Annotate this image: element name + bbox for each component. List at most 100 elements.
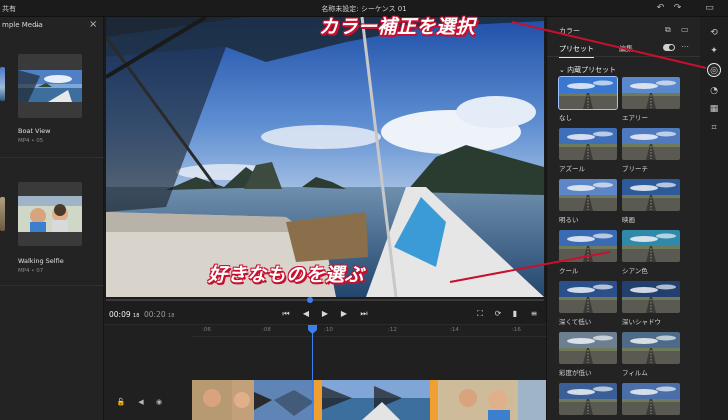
preset-thumbnail: [559, 230, 617, 262]
media-panel: mple Media ⌄ × Boat View MP4 • 05 Walkin…: [0, 17, 104, 420]
preset-item[interactable]: なし: [558, 76, 618, 122]
video-clip[interactable]: [438, 380, 546, 420]
annotation-select-color: カラー補正を選択: [319, 16, 476, 38]
preset-thumbnail: [622, 179, 680, 211]
preset-thumbnail: [622, 332, 680, 364]
clip-transition[interactable]: [314, 380, 322, 420]
ruler-tick: :16: [512, 327, 521, 333]
preset-item[interactable]: 深いシャドウ: [622, 281, 680, 326]
media-item-meta: MP4 • 05: [18, 138, 44, 144]
play-icon[interactable]: ▶: [319, 308, 331, 320]
playhead-line: [312, 325, 313, 420]
timeline: :06 :08 :10 :12 :14 :16 🔓 ◀ ◉: [104, 324, 546, 420]
chevron-down-icon[interactable]: ⌄: [34, 20, 41, 29]
preset-thumbnail: [559, 281, 617, 313]
toggle-switch[interactable]: [663, 44, 675, 51]
clip-transition[interactable]: [430, 380, 438, 420]
preset-item[interactable]: 彩度が低い: [559, 332, 617, 377]
preset-thumbnail: [559, 332, 617, 364]
video-preview: [106, 17, 544, 297]
preset-thumbnail: [622, 128, 680, 160]
ruler-tick: :06: [202, 327, 211, 333]
preset-item[interactable]: [559, 383, 617, 418]
ruler-tick: :12: [388, 327, 397, 333]
lock-icon[interactable]: 🔓: [116, 397, 126, 407]
preset-label: シアン色: [622, 267, 648, 275]
preset-item[interactable]: ブリーチ: [622, 128, 680, 173]
ruler-tick: :10: [324, 327, 333, 333]
media-thumbnail[interactable]: [0, 67, 5, 101]
preset-item[interactable]: 深くて低い: [559, 281, 617, 326]
preset-item[interactable]: [622, 383, 680, 418]
transport-controls: 00:09 18 00:20 18 ⏮ ◀ ▶ ▶ ⏭ ⛶ ⟳ ▮ ≡: [104, 304, 546, 324]
media-item-name: Boat View: [18, 127, 51, 135]
compare-icon[interactable]: ⧉: [665, 25, 671, 35]
fit-icon[interactable]: ⛶: [474, 308, 486, 320]
media-thumbnail-walking-selfie[interactable]: [18, 182, 82, 246]
preset-label: ブリーチ: [622, 165, 648, 173]
redo-icon[interactable]: ↷: [672, 3, 683, 14]
preset-item[interactable]: 映画: [622, 179, 680, 224]
preset-thumbnail: [622, 77, 680, 109]
preset-item[interactable]: 明るい: [559, 179, 617, 224]
annotation-choose-preset: 好きなものを選ぶ: [208, 264, 365, 286]
divider: [0, 157, 104, 158]
preset-label: 映画: [622, 216, 635, 224]
more-icon[interactable]: ⋯: [681, 42, 689, 51]
color-icon[interactable]: ◎: [707, 63, 721, 77]
comment-icon[interactable]: ▭: [704, 3, 715, 14]
video-clip[interactable]: [322, 380, 430, 420]
ruler-tick: :08: [262, 327, 271, 333]
eye-icon[interactable]: ◉: [154, 397, 164, 407]
volume-bars-icon[interactable]: ▮: [509, 308, 521, 320]
divider: [547, 56, 701, 57]
preset-label: なし: [559, 114, 572, 122]
preset-label: 彩度が低い: [559, 369, 592, 377]
divider: [0, 285, 104, 286]
step-back-icon[interactable]: ◀: [300, 308, 312, 320]
preset-item[interactable]: クール: [559, 230, 617, 275]
close-icon[interactable]: ×: [89, 19, 97, 30]
video-clip[interactable]: [192, 380, 314, 420]
reset-icon[interactable]: ▭: [681, 25, 689, 34]
preset-item[interactable]: アズール: [559, 128, 617, 173]
preset-label: アズール: [559, 165, 585, 173]
grid-icon[interactable]: ▦: [707, 102, 721, 116]
ruler-tick: :14: [450, 327, 459, 333]
scrubber-handle[interactable]: [307, 297, 313, 303]
preset-item[interactable]: シアン色: [622, 230, 680, 275]
undo-icon[interactable]: ↶: [655, 3, 666, 14]
effects-icon[interactable]: ✦: [707, 44, 721, 58]
step-forward-icon[interactable]: ▶: [338, 308, 350, 320]
preset-thumbnail: [559, 179, 617, 211]
preset-thumbnail: [559, 383, 617, 415]
speaker-icon[interactable]: ◀: [136, 397, 146, 407]
loop-icon[interactable]: ⟳: [492, 308, 504, 320]
preset-label: 深くて低い: [559, 318, 592, 326]
preset-label: エアリー: [622, 114, 648, 122]
media-thumbnail-boat-view[interactable]: [18, 54, 82, 118]
go-to-end-icon[interactable]: ⏭: [358, 308, 370, 320]
preset-thumbnail: [558, 76, 618, 110]
scrubber-bar[interactable]: [106, 297, 544, 303]
preset-thumbnail: [622, 383, 680, 415]
section-builtin-presets[interactable]: ⌄ 内蔵プリセット: [559, 65, 616, 75]
preset-item[interactable]: フィルム: [622, 332, 680, 377]
preset-thumbnail: [622, 281, 680, 313]
preset-item[interactable]: エアリー: [622, 77, 680, 122]
speed-icon[interactable]: ◔: [707, 84, 721, 98]
preset-thumbnail: [559, 128, 617, 160]
menu-icon[interactable]: ≡: [528, 308, 540, 320]
preset-label: 深いシャドウ: [622, 318, 661, 326]
media-item-name: Walking Selfie: [18, 257, 64, 265]
right-toolbar: ⟲ ✦ ◎ ◔ ▦ ⌗: [700, 17, 728, 420]
crop-icon[interactable]: ⌗: [707, 121, 721, 135]
total-duration: 00:20 18: [144, 310, 175, 319]
edit-icon[interactable]: ⟲: [707, 26, 721, 40]
preset-thumbnail: [622, 230, 680, 262]
media-thumbnail[interactable]: [0, 197, 5, 231]
media-panel-header: mple Media ⌄ ×: [0, 17, 104, 34]
go-to-start-icon[interactable]: ⏮: [280, 308, 292, 320]
tab-edit[interactable]: 編集: [619, 44, 633, 54]
time-ruler[interactable]: :06 :08 :10 :12 :14 :16: [192, 325, 546, 337]
